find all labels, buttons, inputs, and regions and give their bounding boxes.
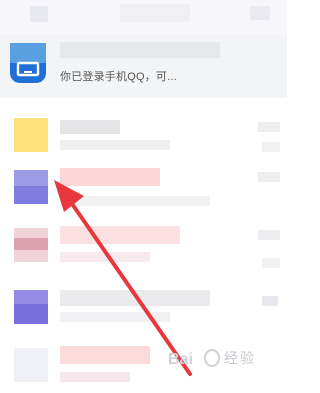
top-bar (0, 0, 287, 34)
blurred-title (120, 4, 190, 22)
avatar-shade (14, 238, 48, 250)
svg-text:Bai: Bai (168, 351, 193, 368)
blurred-icon (250, 6, 270, 20)
chat-name-blur (60, 346, 150, 364)
chat-name-blur (60, 290, 210, 306)
chat-avatar[interactable] (14, 118, 48, 152)
chat-name-blur (60, 226, 180, 244)
device-login-notice-text: 你已登录手机QQ，可... (60, 71, 177, 83)
chat-name-blur (60, 120, 120, 134)
chat-preview-blur (60, 140, 170, 150)
chat-preview-blur (60, 252, 150, 262)
chat-preview-blur (60, 312, 170, 322)
chat-avatar[interactable] (14, 348, 48, 382)
chat-time-blur (258, 122, 280, 132)
chat-time-blur (258, 172, 280, 182)
chat-preview-blur (60, 196, 210, 206)
avatar-top-shade (14, 290, 48, 304)
baidu-jingyan-watermark: Bai 经验 (168, 344, 280, 372)
chat-time-blur (258, 230, 280, 240)
blurred-row-title (60, 42, 220, 58)
chat-time-blur (262, 296, 278, 306)
device-login-row[interactable]: 你已登录手机QQ，可... (0, 34, 287, 98)
chat-preview-blur (60, 372, 130, 382)
chat-name-blur (60, 168, 160, 186)
blurred-icon (30, 6, 48, 22)
avatar-top-shade (14, 170, 48, 186)
blurred-badge (262, 142, 280, 152)
baidu-logo-icon: Bai (168, 349, 220, 368)
blurred-badge (262, 258, 280, 268)
phone-device-icon (10, 43, 46, 83)
watermark-brand: 经验 (224, 350, 256, 366)
